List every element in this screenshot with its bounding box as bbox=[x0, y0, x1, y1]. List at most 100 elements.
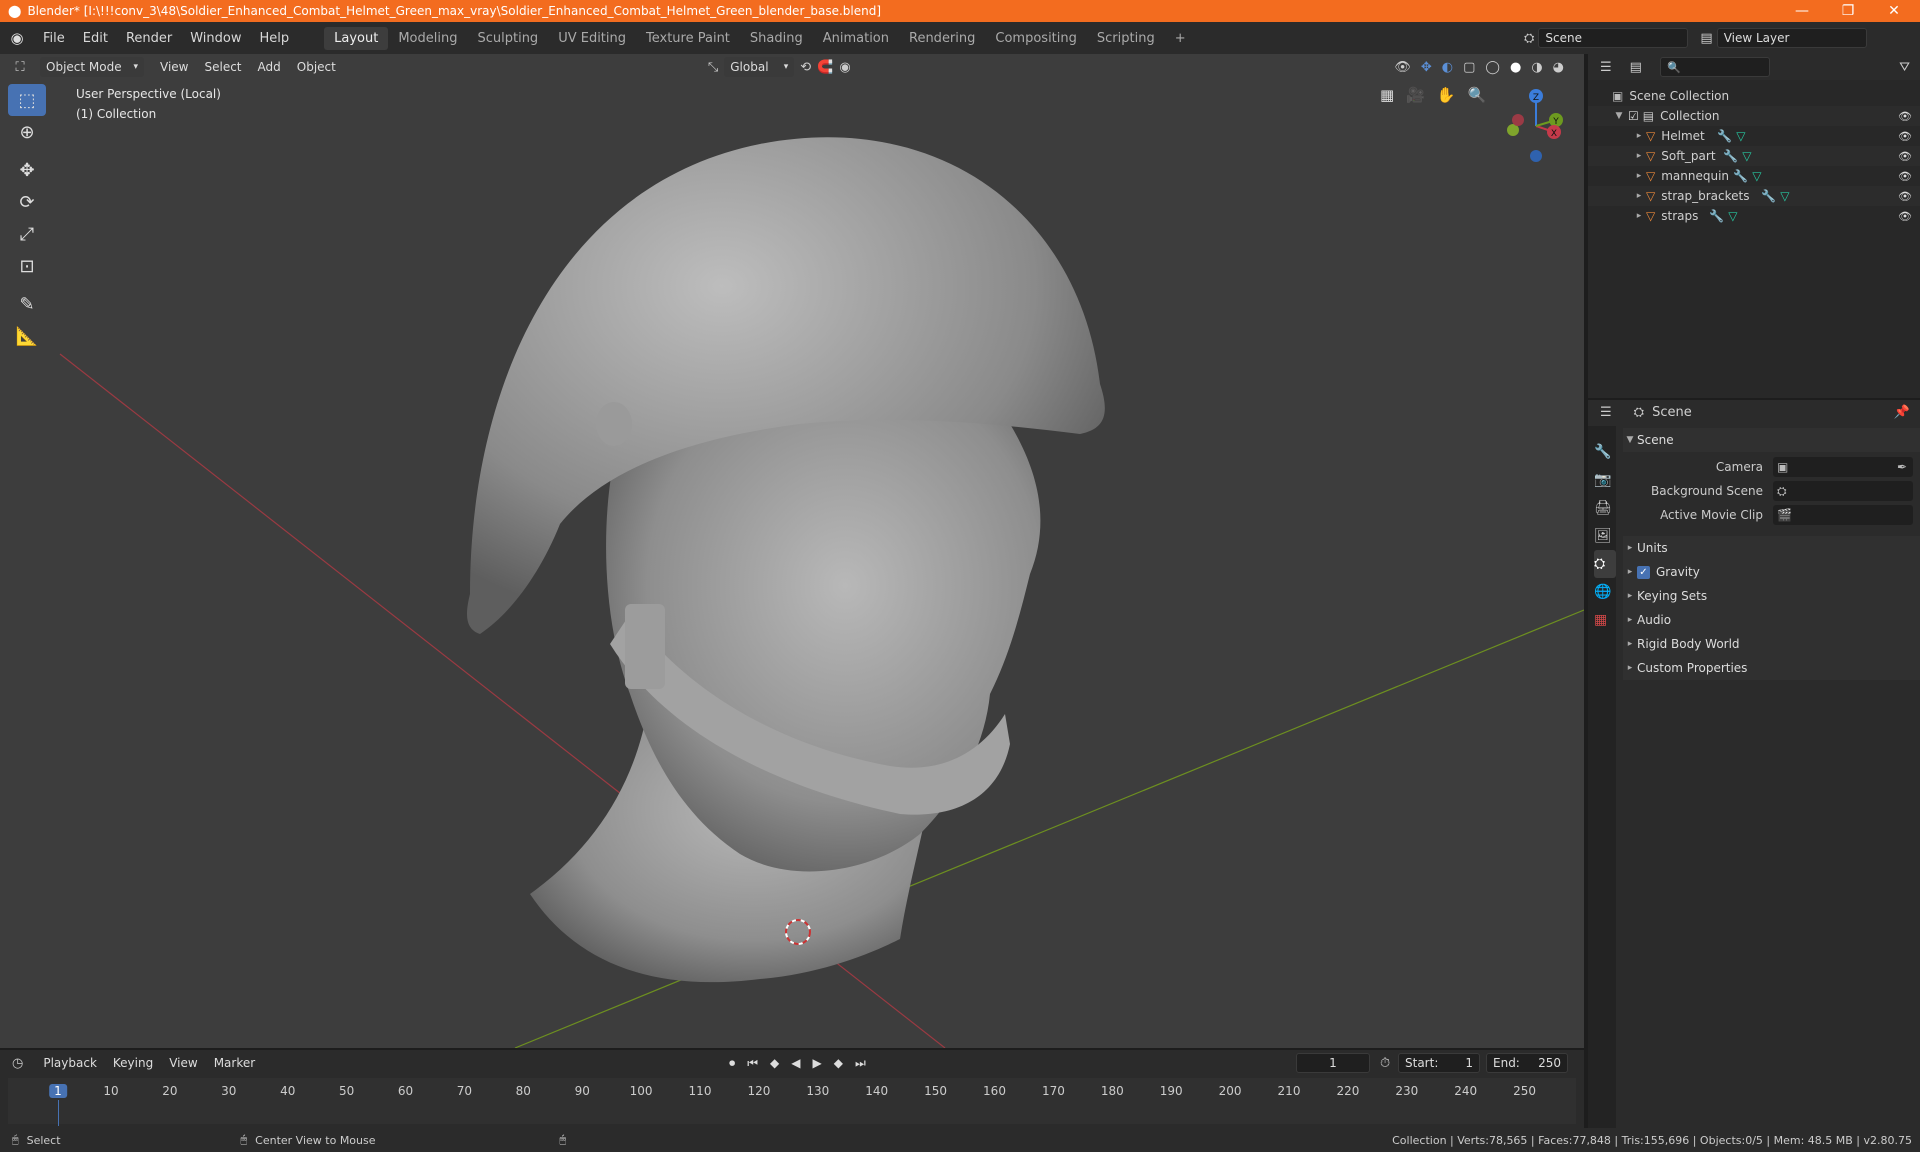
3d-viewport[interactable] bbox=[0, 54, 1584, 1048]
menu-render[interactable]: Render bbox=[117, 31, 181, 46]
start-frame-field[interactable]: Start: 1 bbox=[1398, 1053, 1480, 1073]
tab-sculpting[interactable]: Sculpting bbox=[467, 27, 548, 50]
expand-icon[interactable]: ▼ bbox=[1612, 111, 1626, 121]
panel-units[interactable]: ▸ Units bbox=[1623, 536, 1920, 560]
outliner-row-helmet[interactable]: ▸ ▽ Helmet 🔧 ▽ 👁 bbox=[1588, 126, 1920, 146]
view-layer-icon[interactable]: ▤ bbox=[1700, 31, 1712, 46]
menu-add[interactable]: Add bbox=[250, 60, 289, 74]
next-keyframe-icon[interactable]: ◆ bbox=[834, 1056, 843, 1071]
orientation-icon[interactable]: ⤡ bbox=[708, 60, 718, 75]
tab-shading[interactable]: Shading bbox=[740, 27, 813, 50]
panel-gravity[interactable]: ▸ ✓ Gravity bbox=[1623, 560, 1920, 584]
tool-tab-icon[interactable]: 🔧 bbox=[1594, 438, 1616, 466]
scale-tool-icon[interactable]: ⤢ bbox=[8, 218, 46, 250]
proportional-edit-icon[interactable]: ◉ bbox=[839, 60, 850, 75]
outliner-editor-icon[interactable]: ☰ bbox=[1600, 60, 1612, 75]
stopwatch-icon[interactable]: ⏱ bbox=[1380, 1056, 1390, 1071]
view-layer-field[interactable]: View Layer bbox=[1716, 28, 1867, 48]
outliner-row-soft-part[interactable]: ▸ ▽ Soft_part 🔧 ▽ 👁 bbox=[1588, 146, 1920, 166]
output-tab-icon[interactable]: 🖨 bbox=[1594, 494, 1616, 522]
tab-modeling[interactable]: Modeling bbox=[388, 27, 467, 50]
gravity-checkbox[interactable]: ✓ bbox=[1637, 565, 1650, 579]
xray-icon[interactable]: ▢ bbox=[1463, 60, 1475, 75]
filter-icon[interactable]: ⛛ bbox=[1899, 60, 1910, 75]
transform-orientation-select[interactable]: Global ▾ bbox=[724, 57, 795, 77]
outliner-row-straps[interactable]: ▸ ▽ straps 🔧 ▽ 👁 bbox=[1588, 206, 1920, 226]
eye-icon[interactable]: 👁 bbox=[1898, 110, 1912, 123]
outliner-row-strap-brackets[interactable]: ▸ ▽ strap_brackets 🔧 ▽ 👁 bbox=[1588, 186, 1920, 206]
checkbox-icon[interactable]: ☑ bbox=[1628, 109, 1639, 123]
menu-file[interactable]: File bbox=[34, 31, 74, 46]
panel-custom-properties[interactable]: ▸ Custom Properties bbox=[1623, 656, 1920, 680]
overlay-toggle-icon[interactable]: ◐ bbox=[1442, 60, 1453, 75]
jump-start-icon[interactable]: ⏮ bbox=[747, 1056, 758, 1071]
end-frame-field[interactable]: End: 250 bbox=[1486, 1053, 1568, 1073]
visibility-icon[interactable]: 👁 bbox=[1394, 60, 1411, 75]
eye-icon[interactable]: 👁 bbox=[1898, 210, 1912, 223]
add-workspace-button[interactable]: + bbox=[1165, 27, 1196, 50]
pivot-icon[interactable]: ⟲ bbox=[800, 60, 811, 75]
camera-view-icon[interactable]: 🎥 bbox=[1406, 86, 1425, 104]
current-frame-field[interactable]: 1 bbox=[1296, 1053, 1370, 1073]
render-tab-icon[interactable]: 📷 bbox=[1594, 466, 1616, 494]
prev-keyframe-icon[interactable]: ◆ bbox=[770, 1056, 779, 1071]
menu-keying[interactable]: Keying bbox=[105, 1056, 161, 1070]
view-layer-tab-icon[interactable]: 🖼 bbox=[1594, 522, 1616, 550]
scene-field[interactable]: Scene bbox=[1538, 28, 1689, 48]
wireframe-shading-icon[interactable]: ◯ bbox=[1485, 60, 1500, 75]
tab-compositing[interactable]: Compositing bbox=[985, 27, 1087, 50]
blender-menu-icon[interactable]: ◉ bbox=[0, 29, 34, 47]
active-movie-clip-field[interactable]: 🎬 bbox=[1773, 505, 1913, 525]
camera-field[interactable]: ▣ ✒ bbox=[1773, 457, 1913, 477]
outliner-row-scene-collection[interactable]: ▣ Scene Collection bbox=[1588, 86, 1920, 106]
timeline-editor-icon[interactable]: ◷ bbox=[12, 1056, 23, 1071]
menu-select[interactable]: Select bbox=[196, 60, 249, 74]
tab-scripting[interactable]: Scripting bbox=[1087, 27, 1165, 50]
solid-shading-icon[interactable]: ● bbox=[1510, 60, 1521, 75]
outliner-row-mannequin[interactable]: ▸ ▽ mannequin 🔧 ▽ 👁 bbox=[1588, 166, 1920, 186]
move-tool-icon[interactable]: ✥ bbox=[8, 154, 46, 186]
eye-icon[interactable]: 👁 bbox=[1898, 130, 1912, 143]
menu-object[interactable]: Object bbox=[289, 60, 344, 74]
background-scene-field[interactable]: ⛭ bbox=[1773, 481, 1913, 501]
play-reverse-icon[interactable]: ◀ bbox=[791, 1056, 800, 1071]
menu-edit[interactable]: Edit bbox=[74, 31, 117, 46]
eye-icon[interactable]: 👁 bbox=[1898, 150, 1912, 163]
close-button[interactable]: ✕ bbox=[1872, 0, 1916, 22]
measure-tool-icon[interactable]: 📐 bbox=[8, 320, 46, 352]
mode-select[interactable]: Object Mode ▾ bbox=[40, 57, 144, 77]
rendered-shading-icon[interactable]: ◕ bbox=[1553, 60, 1564, 75]
jump-end-icon[interactable]: ⏭ bbox=[855, 1056, 866, 1071]
outliner-search-input[interactable]: 🔍 bbox=[1659, 57, 1770, 77]
eyedropper-icon[interactable]: ✒ bbox=[1897, 460, 1907, 474]
editor-type-icon[interactable]: ⛶ bbox=[0, 60, 40, 75]
navigation-gizmo[interactable]: Z Y X bbox=[1496, 84, 1576, 164]
menu-marker[interactable]: Marker bbox=[206, 1056, 263, 1070]
tab-animation[interactable]: Animation bbox=[813, 27, 899, 50]
playhead[interactable] bbox=[58, 1100, 59, 1126]
panel-scene[interactable]: ▼ Scene bbox=[1623, 428, 1920, 452]
select-box-tool-icon[interactable]: ⬚ bbox=[8, 84, 46, 116]
panel-audio[interactable]: ▸ Audio bbox=[1623, 608, 1920, 632]
menu-timeline-view[interactable]: View bbox=[161, 1056, 205, 1070]
properties-editor-icon[interactable]: ☰ bbox=[1600, 405, 1612, 420]
cursor-tool-icon[interactable]: ⊕ bbox=[8, 116, 46, 148]
scene-icon[interactable]: ⛭ bbox=[1524, 31, 1534, 46]
pan-view-icon[interactable]: ✋ bbox=[1437, 86, 1456, 104]
eye-icon[interactable]: 👁 bbox=[1898, 170, 1912, 183]
zoom-view-icon[interactable]: 🔍 bbox=[1468, 86, 1487, 104]
play-icon[interactable]: ▶ bbox=[812, 1056, 821, 1071]
scene-tab-icon[interactable]: ⛭ bbox=[1594, 550, 1616, 578]
panel-rigid-body-world[interactable]: ▸ Rigid Body World bbox=[1623, 632, 1920, 656]
outliner-row-collection[interactable]: ▼ ☑ ▤ Collection 👁 bbox=[1588, 106, 1920, 126]
tab-layout[interactable]: Layout bbox=[324, 26, 389, 50]
menu-window[interactable]: Window bbox=[181, 31, 250, 46]
menu-help[interactable]: Help bbox=[251, 31, 299, 46]
pin-icon[interactable]: 📌 bbox=[1894, 405, 1910, 420]
world-tab-icon[interactable]: 🌐 bbox=[1594, 578, 1616, 606]
display-mode-icon[interactable]: ▤ bbox=[1630, 60, 1642, 75]
tab-rendering[interactable]: Rendering bbox=[899, 27, 985, 50]
tab-texture-paint[interactable]: Texture Paint bbox=[636, 27, 740, 50]
grid-view-icon[interactable]: ▦ bbox=[1380, 86, 1394, 104]
transform-tool-icon[interactable]: ⊡ bbox=[8, 250, 46, 282]
